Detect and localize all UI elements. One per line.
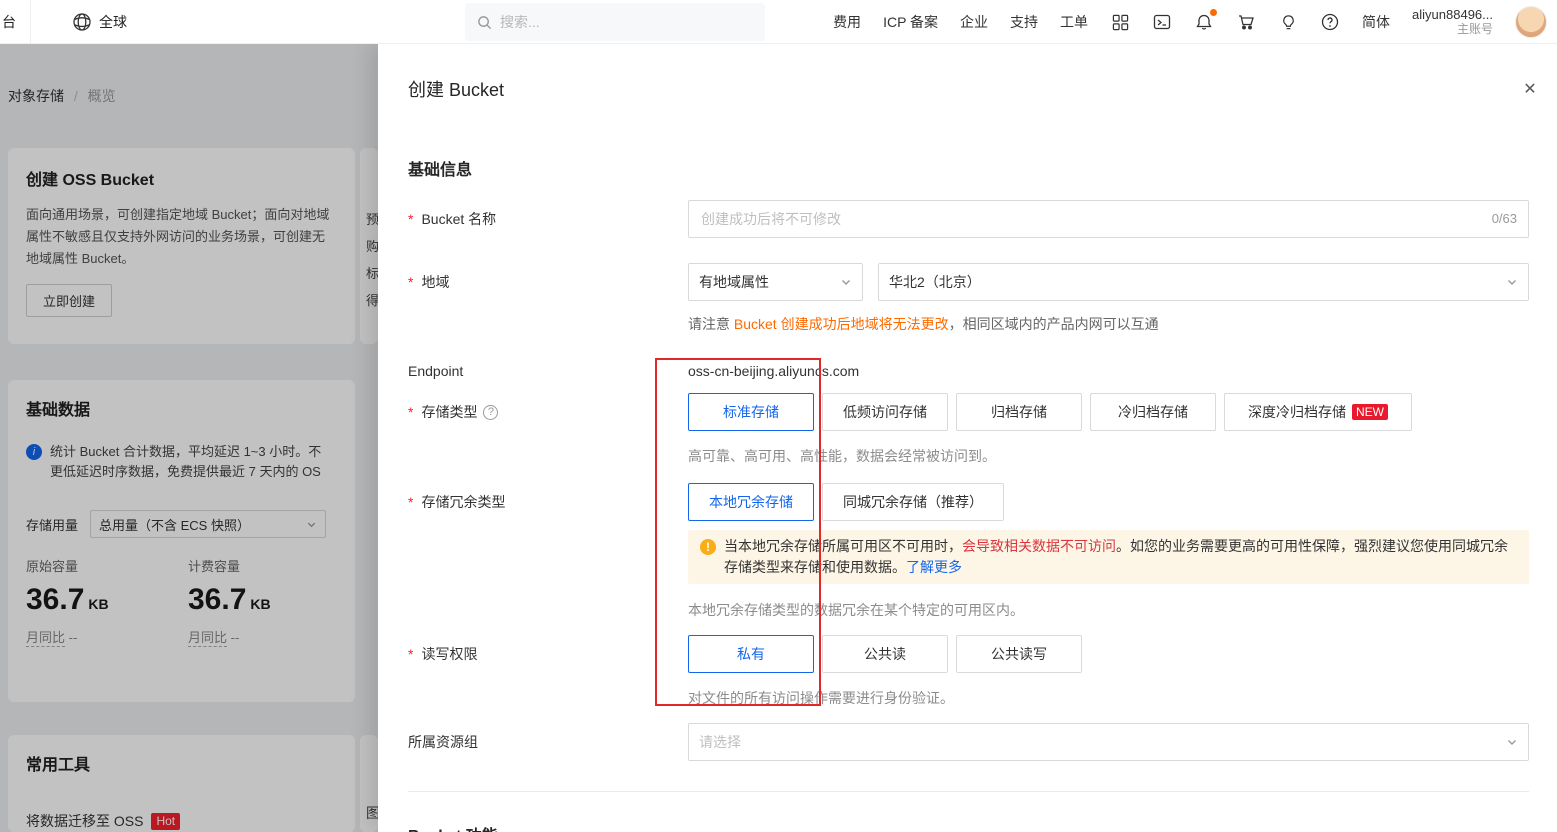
chevron-down-icon [1508,280,1516,285]
required-asterisk: * [408,404,414,420]
redundancy-label: * 存储冗余类型 [408,483,505,521]
option-public-read-write[interactable]: 公共读写 [956,635,1082,673]
option-cold-archive-storage[interactable]: 冷归档存储 [1090,393,1216,431]
resource-group-placeholder: 请选择 [699,734,741,750]
apps-icon[interactable] [1110,12,1130,32]
required-asterisk: * [408,646,414,662]
close-icon[interactable]: ✕ [1519,78,1541,100]
required-asterisk: * [408,211,414,227]
endpoint-row: Endpoint oss-cn-beijing.aliyuncs.com [408,352,1529,390]
region-value: 华北2（北京） [889,274,981,290]
resource-group-select[interactable]: 请选择 [688,723,1529,761]
chevron-down-icon [1508,740,1516,745]
nav-link-support[interactable]: 支持 [1010,12,1038,32]
required-asterisk: * [408,274,414,290]
option-zrs[interactable]: 同城冗余存储（推荐） [822,483,1004,521]
search-input[interactable]: 搜索... [465,3,765,41]
storage-class-row: * 存储类型? 标准存储 低频访问存储 归档存储 冷归档存储 深度冷归档存储 NEW [408,393,1529,431]
nav-link-enterprise[interactable]: 企业 [960,12,988,32]
option-deep-cold-archive-storage[interactable]: 深度冷归档存储 NEW [1224,393,1412,431]
region-note-highlight: Bucket 创建成功后地域将无法更改 [733,316,949,332]
resource-group-row: 所属资源组 请选择 [408,723,1529,761]
help-icon[interactable] [1320,12,1340,32]
region-label: 全球 [99,14,127,30]
account-name: aliyun88496... [1412,7,1493,22]
region-type-value: 有地域属性 [699,274,769,290]
option-standard-storage[interactable]: 标准存储 [688,393,814,431]
endpoint-value: oss-cn-beijing.aliyuncs.com [688,363,860,379]
drawer-mask[interactable] [0,44,378,832]
learn-more-link[interactable]: 了解更多 [906,559,962,575]
option-lrs[interactable]: 本地冗余存储 [688,483,814,521]
region-type-select[interactable]: 有地域属性 [688,263,863,301]
bucket-name-input[interactable] [688,200,1529,238]
warning-danger-text: 会导致相关数据不可访问 [962,538,1116,554]
drawer-title: 创建 Bucket [408,80,505,100]
cloudshell-icon[interactable] [1152,12,1172,32]
create-bucket-drawer: 创建 Bucket ✕ 基础信息 *Bucket 名称 0/63 *地域 有地域… [378,44,1557,832]
screen: 台 全球 搜索... 费用 ICP 备案 企业 支持 工单 简体 aliyun8… [0,0,1557,832]
required-asterisk: * [408,494,414,510]
option-public-read[interactable]: 公共读 [822,635,948,673]
storage-class-options: 标准存储 低频访问存储 归档存储 冷归档存储 深度冷归档存储 NEW [688,393,1412,431]
acl-label: * 读写权限 [408,635,477,673]
section-bucket-features: Bucket 功能 [408,822,498,832]
nav-link-icp[interactable]: ICP 备案 [883,12,938,32]
storage-class-help-icon[interactable]: ? [483,404,499,420]
resource-group-label: 所属资源组 [408,734,478,750]
account-menu[interactable]: aliyun88496... 主账号 [1412,7,1493,37]
notification-dot [1210,9,1218,16]
search-icon [478,15,492,29]
notifications-icon[interactable] [1194,9,1218,32]
redundancy-options: 本地冗余存储 同城冗余存储（推荐） [688,483,1004,521]
storage-class-help: 高可靠、高可用、高性能，数据会经常被访问到。 [688,448,996,464]
chevron-down-icon [842,280,850,285]
storage-class-label: * 存储类型? [408,393,499,431]
language-switcher[interactable]: 简体 [1362,12,1390,32]
option-private[interactable]: 私有 [688,635,814,673]
avatar[interactable] [1515,6,1547,38]
region-select[interactable]: 华北2（北京） [878,263,1529,301]
nav-link-billing[interactable]: 费用 [833,12,861,32]
bell-icon [1196,14,1212,30]
cart-icon[interactable] [1236,12,1256,32]
bucket-name-label: * Bucket 名称 [408,200,496,238]
section-divider [408,791,1529,792]
option-ia-storage[interactable]: 低频访问存储 [822,393,948,431]
redundancy-help: 本地冗余存储类型的数据冗余在某个特定的可用区内。 [688,602,1024,618]
redundancy-warning: ! 当本地冗余存储所属可用区不可用时，会导致相关数据不可访问。如您的业务需要更高… [688,530,1529,584]
region-note: 请注意 Bucket 创建成功后地域将无法更改，相同区域内的产品内网可以互通 [688,316,1159,332]
acl-row: * 读写权限 私有 公共读 公共读写 [408,635,1529,673]
new-badge: NEW [1352,404,1388,420]
region-switcher[interactable]: 全球 [72,0,127,44]
lightbulb-icon[interactable] [1278,12,1298,32]
navbar-right: 费用 ICP 备案 企业 支持 工单 简体 aliyun88496... 主账号 [833,0,1547,44]
section-basic-info: 基础信息 [408,162,473,179]
account-type: 主账号 [1456,22,1493,36]
option-archive-storage[interactable]: 归档存储 [956,393,1082,431]
warning-icon: ! [700,539,716,555]
nav-link-tickets[interactable]: 工单 [1060,12,1088,32]
search-placeholder: 搜索... [500,14,540,30]
char-counter: 0/63 [1491,211,1517,226]
globe-icon [73,13,91,31]
region-row: * 地域 有地域属性 华北2（北京） [408,263,1529,301]
endpoint-label: Endpoint [408,363,464,379]
acl-options: 私有 公共读 公共读写 [688,635,1082,673]
top-navbar: 台 全球 搜索... 费用 ICP 备案 企业 支持 工单 简体 aliyun8… [0,0,1557,44]
console-home-link[interactable]: 台 [2,0,31,44]
bucket-name-row: *Bucket 名称 0/63 [408,200,1529,238]
redundancy-row: * 存储冗余类型 本地冗余存储 同城冗余存储（推荐） [408,483,1529,521]
redundancy-warning-text: 当本地冗余存储所属可用区不可用时，会导致相关数据不可访问。如您的业务需要更高的可… [724,538,1508,575]
region-label: * 地域 [408,263,449,301]
acl-help: 对文件的所有访问操作需要进行身份验证。 [688,690,954,706]
